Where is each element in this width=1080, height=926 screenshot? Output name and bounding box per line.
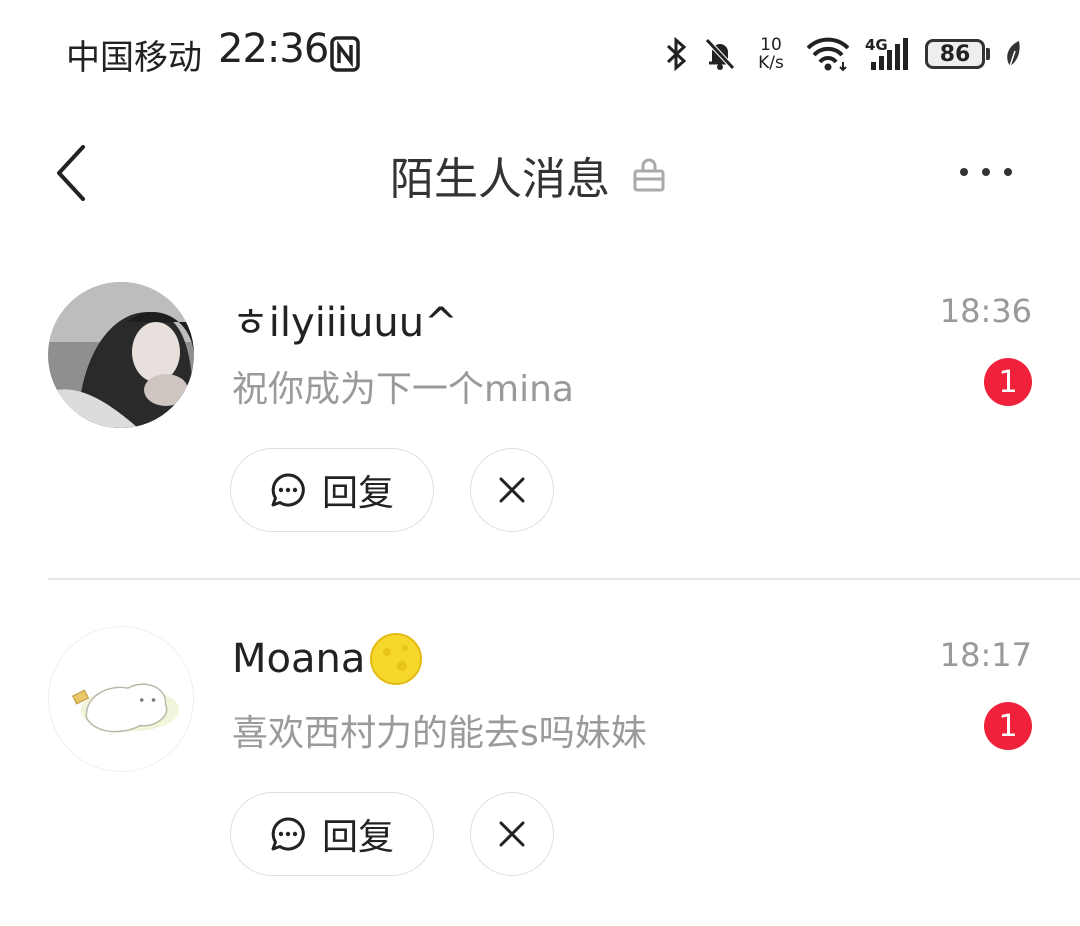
battery-indicator: 86 xyxy=(925,39,990,69)
message-item[interactable]: ㅎilyiiiuuu^ 18:36 祝你成为下一个mina 1 回复 xyxy=(0,282,1080,582)
bell-muted-icon xyxy=(705,38,735,70)
reply-label: 回复 xyxy=(321,817,394,858)
message-preview: 祝你成为下一个mina xyxy=(232,369,574,410)
cartoon-sheep-icon xyxy=(49,627,193,771)
leaf-icon xyxy=(1007,41,1020,67)
avatar[interactable] xyxy=(48,626,194,772)
more-dot-icon xyxy=(1004,168,1012,176)
user-photo-icon xyxy=(48,282,194,428)
reply-label: 回复 xyxy=(321,473,394,514)
cellular-indicator: 4G xyxy=(865,36,911,72)
page-title: 陌生人消息 xyxy=(390,154,610,205)
chevron-left-icon xyxy=(57,145,85,201)
avatar[interactable] xyxy=(48,282,194,428)
net-speed-value: 10 xyxy=(760,35,782,55)
message-item[interactable]: Moana 18:17 喜欢西村力的能去s吗妹妹 1 回复 xyxy=(0,626,1080,926)
reply-button[interactable]: 回复 xyxy=(230,792,434,876)
unread-badge: 1 xyxy=(984,702,1032,750)
message-time: 18:36 xyxy=(939,292,1032,330)
message-time: 18:17 xyxy=(939,636,1032,674)
battery-level: 86 xyxy=(925,39,985,69)
sender-name-group: Moana xyxy=(232,632,423,686)
chat-bubble-icon xyxy=(271,473,305,507)
title-group: 陌生人消息 xyxy=(390,143,666,207)
bluetooth-icon xyxy=(666,36,687,72)
net-speed-indicator: 10 K/s xyxy=(751,36,791,72)
status-icons: 10 K/s 4G 86 xyxy=(663,32,1022,76)
close-icon xyxy=(499,477,525,503)
signal-bars-icon xyxy=(871,38,908,70)
nav-header: 陌生人消息 xyxy=(0,108,1080,238)
more-dot-icon xyxy=(960,168,968,176)
dismiss-button[interactable] xyxy=(470,448,554,532)
wifi-icon xyxy=(806,37,850,72)
battery-tip xyxy=(986,48,990,60)
status-bar: 中国移动 22:36 10 K/s 4G 86 xyxy=(0,0,1080,108)
chat-bubble-icon xyxy=(271,817,305,851)
carrier-label: 中国移动 xyxy=(66,38,202,78)
more-options-button[interactable] xyxy=(946,150,1026,194)
unread-badge: 1 xyxy=(984,358,1032,406)
moon-emoji-icon xyxy=(370,633,423,685)
back-button[interactable] xyxy=(40,138,100,208)
divider xyxy=(48,578,1080,580)
net-speed-unit: K/s xyxy=(758,53,784,73)
status-clock: 22:36 xyxy=(218,26,329,72)
close-icon xyxy=(499,821,525,847)
message-preview: 喜欢西村力的能去s吗妹妹 xyxy=(232,713,647,754)
sender-name: ㅎilyiiiuuu^ xyxy=(232,300,458,346)
nfc-icon xyxy=(330,36,360,72)
reply-button[interactable]: 回复 xyxy=(230,448,434,532)
more-dot-icon xyxy=(982,168,990,176)
sender-name: Moana xyxy=(232,636,366,682)
lock-icon xyxy=(633,158,665,192)
dismiss-button[interactable] xyxy=(470,792,554,876)
